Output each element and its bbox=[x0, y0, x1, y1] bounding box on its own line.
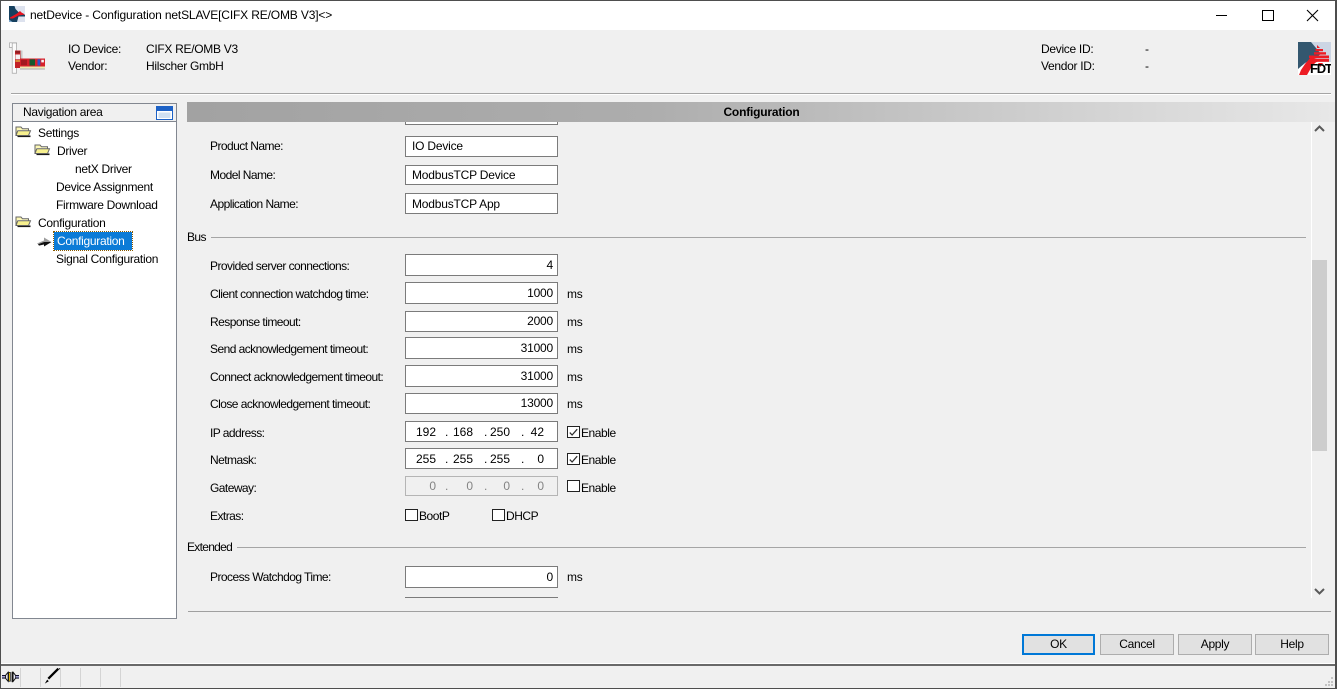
svg-text:FDT: FDT bbox=[1310, 61, 1331, 75]
